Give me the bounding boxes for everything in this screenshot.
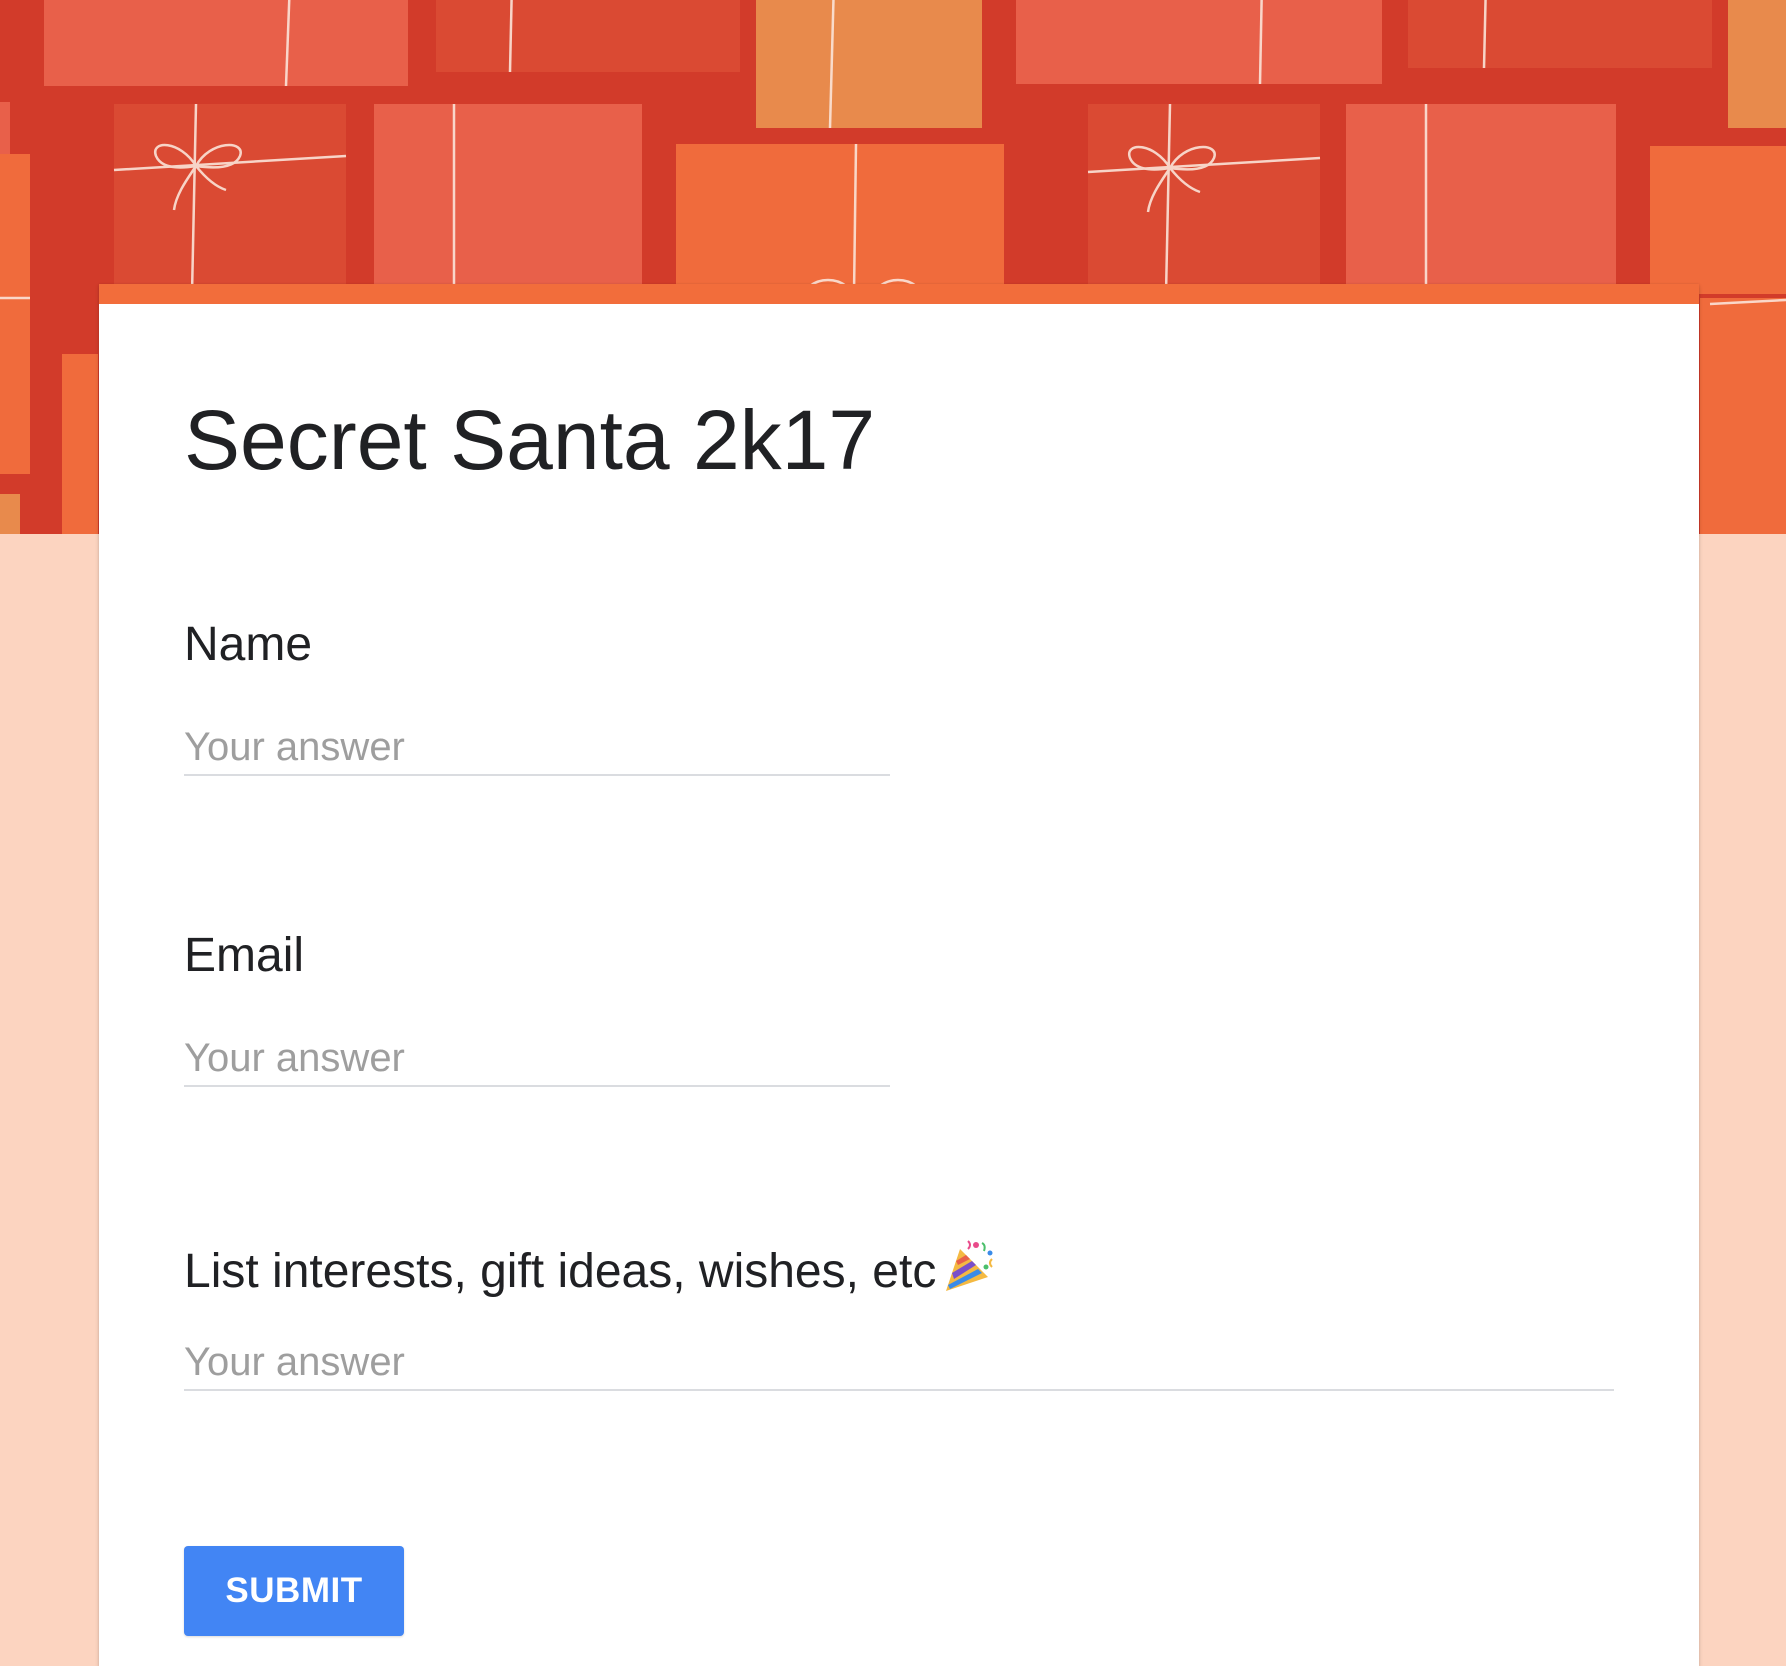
submit-button[interactable]: SUBMIT [184, 1546, 404, 1636]
question-label: Email [184, 929, 305, 982]
question-label-row: List interests, gift ideas, wishes, etc [184, 1239, 996, 1307]
question-name: Name [184, 616, 890, 776]
form-title: Secret Santa 2k17 [184, 393, 876, 487]
email-input[interactable] [184, 1031, 890, 1087]
form-card: Secret Santa 2k17 Name Email List intere… [99, 284, 1699, 1666]
question-interests: List interests, gift ideas, wishes, etc [184, 1239, 1614, 1391]
question-email: Email [184, 927, 890, 1087]
question-label: List interests, gift ideas, wishes, etc [184, 1245, 937, 1298]
question-label: Name [184, 618, 313, 671]
interests-input[interactable] [184, 1335, 1614, 1391]
party-popper-icon [942, 1239, 996, 1307]
name-input[interactable] [184, 720, 890, 776]
